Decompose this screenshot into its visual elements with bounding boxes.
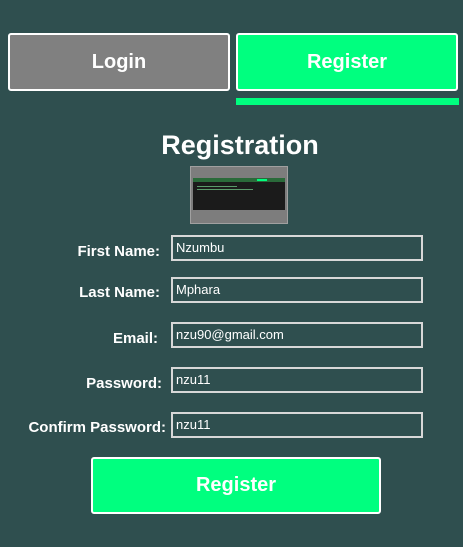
first-name-label: First Name:: [77, 243, 160, 260]
preview-bar: [193, 178, 285, 182]
confirm-password-field[interactable]: nzu11: [171, 412, 423, 438]
first-name-field[interactable]: Nzumbu: [171, 235, 423, 261]
email-field[interactable]: nzu90@gmail.com: [171, 322, 423, 348]
email-label: Email:: [112, 330, 158, 347]
preview-line: [197, 189, 253, 190]
password-label: Password:: [86, 375, 162, 392]
last-name-label: Last Name:: [79, 284, 160, 301]
preview-line: [197, 186, 237, 187]
password-field[interactable]: nzu11: [171, 367, 423, 393]
page-title: Registration: [161, 130, 319, 160]
register-button[interactable]: Register: [91, 457, 381, 514]
last-name-field[interactable]: Mphara: [171, 277, 423, 303]
app-preview-image: [190, 166, 288, 224]
preview-highlight: [257, 179, 267, 181]
confirm-password-label: Confirm Password:: [28, 419, 166, 436]
active-tab-indicator: [236, 98, 459, 105]
tab-register[interactable]: Register: [236, 33, 458, 91]
preview-screen: [193, 178, 285, 210]
tab-login[interactable]: Login: [8, 33, 230, 91]
registration-window: Login Register Registration First Name: …: [0, 0, 463, 547]
